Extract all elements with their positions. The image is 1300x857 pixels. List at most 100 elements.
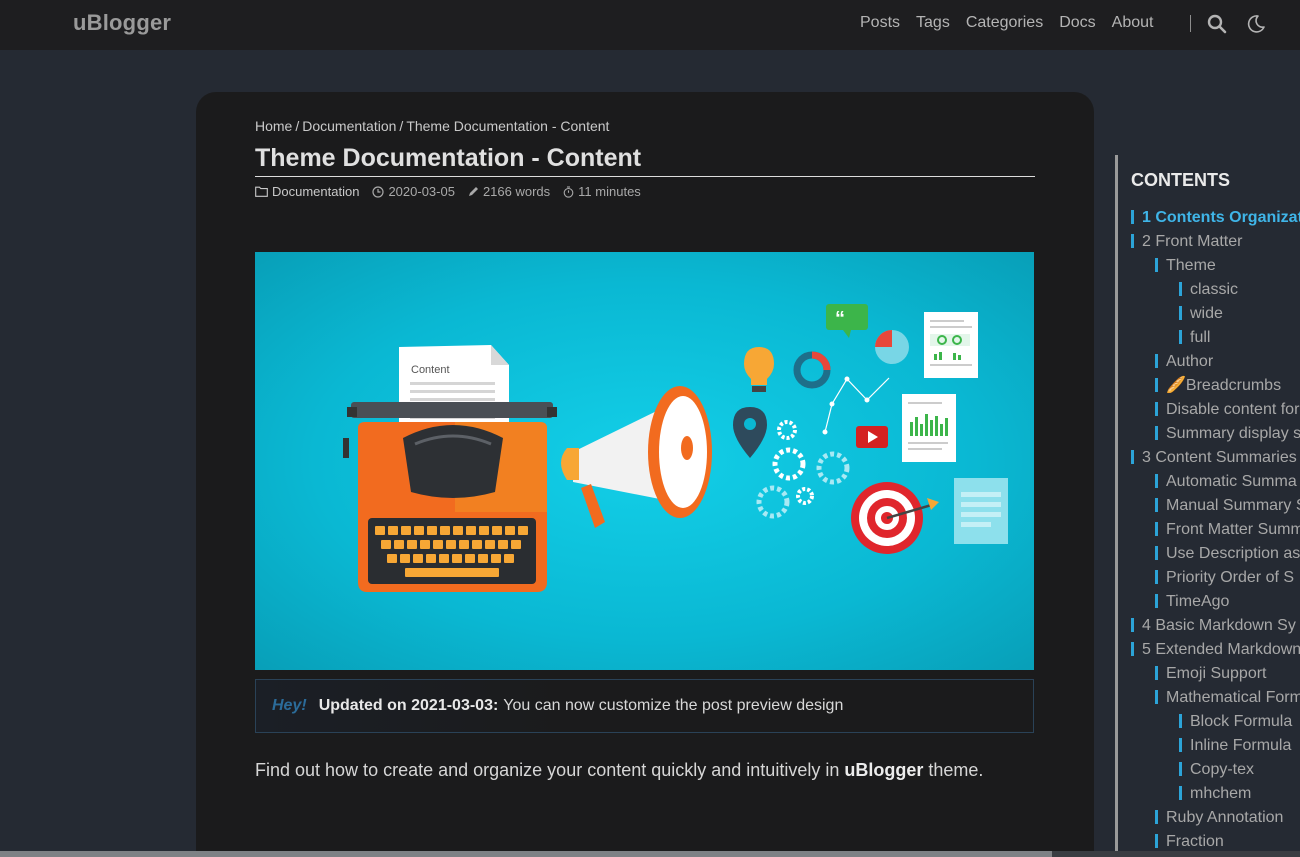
toc-marker xyxy=(1155,594,1158,608)
toc-item-label: 5 Extended Markdown xyxy=(1142,641,1300,658)
site-header: uBlogger Posts Tags Categories Docs Abou… xyxy=(0,0,1300,50)
toc-item[interactable]: Emoji Support xyxy=(1131,662,1300,686)
toc-marker xyxy=(1131,234,1134,248)
toc-marker xyxy=(1155,834,1158,848)
toc-marker xyxy=(1131,618,1134,632)
toc-item[interactable]: Disable content for xyxy=(1131,398,1300,422)
toc-marker xyxy=(1179,762,1182,776)
svg-text:“: “ xyxy=(835,308,845,330)
meta-words: 2166 words xyxy=(468,184,550,199)
category-link[interactable]: Documentation xyxy=(272,184,359,199)
breadcrumb-home[interactable]: Home xyxy=(255,118,292,134)
featured-image: Content “ xyxy=(255,252,1034,670)
breadcrumb-current: Theme Documentation - Content xyxy=(406,118,610,134)
toc-item[interactable]: Front Matter Summ xyxy=(1131,518,1300,542)
toc-item[interactable]: 3 Content Summaries xyxy=(1131,446,1300,470)
toc-item-label: mhchem xyxy=(1190,785,1252,802)
donut-chart xyxy=(793,351,831,389)
text-document xyxy=(954,478,1008,544)
toc-item-label: Block Formula xyxy=(1190,713,1293,730)
toc-item-label: Manual Summary S xyxy=(1166,497,1300,514)
toc-item[interactable]: Author xyxy=(1131,350,1300,374)
report-document xyxy=(924,312,978,378)
toc-item[interactable]: 5 Extended Markdown xyxy=(1131,638,1300,662)
nav-categories[interactable]: Categories xyxy=(966,14,1043,32)
intro-text-before: Find out how to create and organize your… xyxy=(255,760,840,780)
toc-marker xyxy=(1179,330,1182,344)
toc-item[interactable]: Mathematical Form xyxy=(1131,686,1300,710)
toc-marker xyxy=(1155,498,1158,512)
typewriter xyxy=(343,402,557,592)
toc-item[interactable]: Priority Order of S xyxy=(1131,566,1300,590)
toc-item[interactable]: classic xyxy=(1131,278,1300,302)
intro-paragraph: Find out how to create and organize your… xyxy=(255,760,983,781)
breadcrumb: Home / Documentation / Theme Documentation -… xyxy=(255,118,609,134)
pencil-icon xyxy=(468,187,478,196)
toc-marker xyxy=(1155,474,1158,488)
toc-marker xyxy=(1131,642,1134,656)
meta-category[interactable]: Documentation xyxy=(255,184,359,199)
toc-item-label: 3 Content Summaries xyxy=(1142,449,1297,466)
breadcrumb-separator: / xyxy=(295,118,300,134)
toc-item[interactable]: 2 Front Matter xyxy=(1131,230,1300,254)
notice-text: You can now customize the post preview d… xyxy=(503,697,844,714)
toc-marker xyxy=(1131,450,1134,464)
toc-item-label: Mathematical Form xyxy=(1166,689,1300,706)
target-icon xyxy=(851,482,939,554)
toc-item-label: Use Description as xyxy=(1166,545,1300,562)
bar-chart-document xyxy=(902,394,956,462)
table-of-contents: 1 Contents Organization 2 Front Matter The… xyxy=(1131,206,1300,854)
page-title: Theme Documentation - Content xyxy=(255,144,642,172)
search-icon[interactable] xyxy=(1207,14,1227,34)
nav-about[interactable]: About xyxy=(1112,14,1154,32)
toc-marker xyxy=(1155,810,1158,824)
breadcrumb-documentation[interactable]: Documentation xyxy=(302,118,396,134)
toc-item-label: Fraction xyxy=(1166,833,1224,850)
stopwatch-icon xyxy=(563,185,574,198)
toc-item-label: Emoji Support xyxy=(1166,665,1267,682)
toc-item[interactable]: Theme xyxy=(1131,254,1300,278)
toc-item-label: 2 Front Matter xyxy=(1142,233,1243,250)
folder-icon xyxy=(255,186,268,197)
toc-item-label: 4 Basic Markdown Sy xyxy=(1142,617,1296,634)
toc-item-label: full xyxy=(1190,329,1211,346)
toc-item[interactable]: 4 Basic Markdown Sy xyxy=(1131,614,1300,638)
toc-border xyxy=(1115,155,1118,857)
toc-item[interactable]: Ruby Annotation xyxy=(1131,806,1300,830)
toc-item[interactable]: Block Formula xyxy=(1131,710,1300,734)
toc-item-label: Disable content for xyxy=(1166,401,1300,418)
toc-item[interactable]: wide xyxy=(1131,302,1300,326)
toc-item-label: Automatic Summa xyxy=(1166,473,1297,490)
site-logo[interactable]: uBlogger xyxy=(73,10,171,36)
toc-item[interactable]: mhchem xyxy=(1131,782,1300,806)
notice-updated: Updated on 2021-03-03: xyxy=(318,697,499,714)
reading-time: 11 minutes xyxy=(578,184,641,199)
toc-item-label: Front Matter Summ xyxy=(1166,521,1300,538)
toc-marker xyxy=(1179,738,1182,752)
toc-item[interactable]: Summary display s xyxy=(1131,422,1300,446)
nav-docs[interactable]: Docs xyxy=(1059,14,1095,32)
toc-item[interactable]: 1 Contents Organization xyxy=(1131,206,1300,230)
nav-tags[interactable]: Tags xyxy=(916,14,950,32)
toc-item[interactable]: Copy-tex xyxy=(1131,758,1300,782)
main-nav: Posts Tags Categories Docs About xyxy=(860,14,1169,32)
toc-item[interactable]: Manual Summary S xyxy=(1131,494,1300,518)
breadcrumb-separator: / xyxy=(399,118,404,134)
toc-item[interactable]: TimeAgo xyxy=(1131,590,1300,614)
word-count: 2166 words xyxy=(482,184,551,199)
pie-chart xyxy=(875,330,909,364)
toc-item-label: Inline Formula xyxy=(1190,737,1292,754)
nav-posts[interactable]: Posts xyxy=(860,14,900,32)
toc-title: CONTENTS xyxy=(1131,170,1230,190)
video-play-icon xyxy=(856,426,888,448)
moon-icon[interactable] xyxy=(1246,14,1266,34)
toc-item[interactable]: Use Description as xyxy=(1131,542,1300,566)
scrollbar-thumb[interactable] xyxy=(0,851,1052,857)
toc-item[interactable]: 🥖Breadcrumbs xyxy=(1131,374,1300,398)
toc-marker xyxy=(1155,402,1158,416)
toc-item[interactable]: Inline Formula xyxy=(1131,734,1300,758)
toc-item[interactable]: Automatic Summa xyxy=(1131,470,1300,494)
intro-bold: uBlogger xyxy=(844,760,924,780)
toc-marker xyxy=(1131,210,1134,224)
toc-item[interactable]: full xyxy=(1131,326,1300,350)
